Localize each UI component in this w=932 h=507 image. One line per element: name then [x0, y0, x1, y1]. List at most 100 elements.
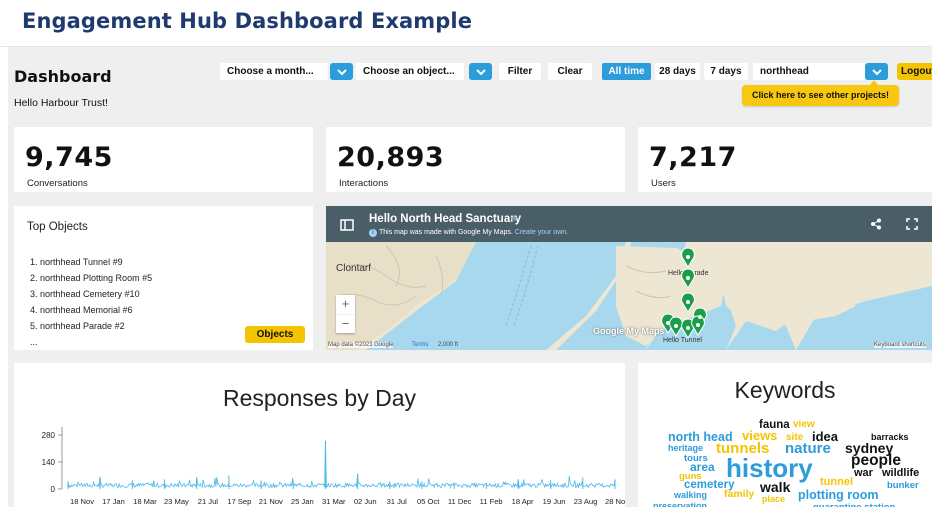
- responses-line: [67, 440, 616, 489]
- map-subtitle: i This map was made with Google My Maps. …: [369, 229, 568, 237]
- greeting: Hello Harbour Trust!: [14, 97, 108, 109]
- stat-card-conversations: 9,745 Conversations: [14, 127, 313, 192]
- google-logo: Google My Maps: [593, 326, 665, 336]
- chevron-down-icon: [871, 69, 882, 76]
- map-attribution: Map data ©2023 Google: [328, 342, 394, 348]
- create-map-link[interactable]: Create your own.: [515, 229, 568, 236]
- list-item[interactable]: 4. northhead Memorial #6: [30, 302, 152, 318]
- x-tick-label: 18 Mar: [133, 497, 157, 506]
- period-28-days[interactable]: 28 days: [655, 63, 700, 80]
- x-tick-label: 17 Sep: [227, 497, 251, 506]
- x-tick-label: 28 Nov: [605, 497, 625, 506]
- zoom-in-button[interactable]: +: [336, 295, 355, 314]
- x-tick-label: 05 Oct: [417, 497, 440, 506]
- map-zoom-controls: + −: [336, 295, 355, 333]
- map-scale: 2,000 ft: [438, 342, 459, 348]
- top-objects-list: 1. northhead Tunnel #9 2. northhead Plot…: [30, 254, 152, 350]
- fullscreen-icon[interactable]: [906, 218, 918, 230]
- keyword: wildlife: [882, 467, 920, 479]
- map-legend-icon[interactable]: [340, 219, 354, 231]
- zoom-out-button[interactable]: −: [336, 314, 355, 333]
- map-label-clontarf: Clontarf: [336, 263, 372, 274]
- x-tick-label: 23 Aug: [574, 497, 598, 506]
- stat-label: Interactions: [339, 178, 389, 189]
- top-objects-card: Top Objects 1. northhead Tunnel #9 2. no…: [14, 206, 313, 350]
- object-select[interactable]: Choose an object...: [356, 63, 464, 80]
- list-item[interactable]: 3. northhead Cemetery #10: [30, 286, 152, 302]
- keyword: history: [726, 453, 813, 483]
- info-icon: i: [369, 229, 377, 237]
- page-title: Engagement Hub Dashboard Example: [22, 9, 473, 33]
- stat-value: 20,893: [337, 142, 445, 173]
- filter-button[interactable]: Filter: [499, 63, 541, 80]
- chevron-down-icon: [336, 69, 347, 76]
- chevron-down-icon: [475, 69, 486, 76]
- keywords-card: Keywords fauna view north head views site ide…: [638, 363, 932, 507]
- list-item: ...: [30, 337, 38, 347]
- map-footer: Map data ©2023 Google Terms 2,000 ft Key…: [326, 341, 932, 350]
- stat-card-interactions: 20,893 Interactions: [326, 127, 625, 192]
- x-tick-label: 25 Jan: [291, 497, 314, 506]
- keywords-title: Keywords: [734, 377, 836, 403]
- keyword: walking: [674, 490, 708, 500]
- keyword: family: [724, 488, 755, 500]
- y-tick-label: 0: [51, 485, 56, 494]
- x-tick-label: 31 Mar: [322, 497, 346, 506]
- month-select[interactable]: Choose a month...: [220, 63, 328, 80]
- map-card[interactable]: Hello North Head Sanctuary ★ i This map w…: [326, 206, 932, 350]
- keyword: place: [762, 494, 786, 504]
- x-tick-label: 18 Nov: [70, 497, 94, 506]
- star-icon[interactable]: ★: [509, 212, 519, 225]
- project-select[interactable]: northhead: [753, 63, 865, 80]
- x-tick-label: 19 Jun: [543, 497, 566, 506]
- x-tick-label: 02 Jun: [354, 497, 377, 506]
- project-select-dropdown-button[interactable]: [865, 63, 888, 80]
- top-objects-title: Top Objects: [27, 221, 88, 233]
- list-item[interactable]: 2. northhead Plotting Room #5: [30, 270, 152, 286]
- list-item[interactable]: 5. northhead Parade #2: [30, 318, 152, 334]
- y-tick-label: 280: [42, 431, 56, 440]
- y-tick-label: 140: [42, 458, 56, 467]
- month-select-dropdown-button[interactable]: [330, 63, 353, 80]
- stat-card-users: 7,217 Users: [638, 127, 932, 192]
- page-header: Engagement Hub Dashboard Example: [0, 0, 932, 47]
- keyword: preservation: [653, 501, 708, 507]
- stat-value: 9,745: [25, 142, 113, 173]
- keyword: walk: [760, 479, 791, 495]
- map-terms-link[interactable]: Terms: [412, 342, 428, 348]
- map-label-parade: Hello Parade: [668, 270, 709, 277]
- clear-button[interactable]: Clear: [548, 63, 592, 80]
- responses-card: Responses by Day 0 140 280 18 Nov 17 Jan 18 M…: [14, 363, 625, 507]
- x-tick-label: 17 Jan: [102, 497, 125, 506]
- stat-label: Conversations: [27, 178, 88, 189]
- x-tick-label: 23 May: [164, 497, 189, 506]
- map-header: Hello North Head Sanctuary ★ i This map w…: [326, 206, 932, 242]
- projects-tooltip[interactable]: Click here to see other projects!: [742, 85, 899, 106]
- objects-button[interactable]: Objects: [245, 326, 305, 343]
- share-icon[interactable]: [870, 218, 882, 230]
- period-7-days[interactable]: 7 days: [704, 63, 748, 80]
- keyword: tunnel: [820, 476, 853, 488]
- map-subtitle-text: This map was made with Google My Maps.: [379, 229, 513, 236]
- dashboard-app: Dashboard Hello Harbour Trust! Choose a …: [8, 47, 932, 507]
- list-item[interactable]: 1. northhead Tunnel #9: [30, 254, 152, 270]
- x-tick-label: 11 Feb: [480, 497, 503, 506]
- map-title: Hello North Head Sanctuary: [369, 213, 522, 225]
- keyword: war: [854, 467, 873, 479]
- x-tick-label: 21 Nov: [259, 497, 283, 506]
- keyword: plotting room: [798, 488, 879, 502]
- x-tick-label: 11 Dec: [448, 497, 472, 506]
- stat-label: Users: [651, 178, 676, 189]
- keyword: heritage: [668, 443, 704, 453]
- keyword: quarantine station: [813, 503, 895, 507]
- responses-chart: 0 140 280 18 Nov 17 Jan 18 Mar 23 May 21 Jul 17 …: [42, 427, 625, 506]
- x-tick-label: 31 Jul: [387, 497, 408, 506]
- stat-value: 7,217: [649, 142, 737, 173]
- keyboard-shortcuts-link[interactable]: Keyboard shortcuts: [874, 342, 926, 348]
- x-tick-label: 21 Jul: [198, 497, 219, 506]
- logout-button[interactable]: Logout: [897, 63, 932, 80]
- keyword: bunker: [887, 480, 919, 491]
- period-all-time[interactable]: All time: [602, 63, 651, 80]
- object-select-dropdown-button[interactable]: [469, 63, 492, 80]
- x-tick-label: 18 Apr: [512, 497, 534, 506]
